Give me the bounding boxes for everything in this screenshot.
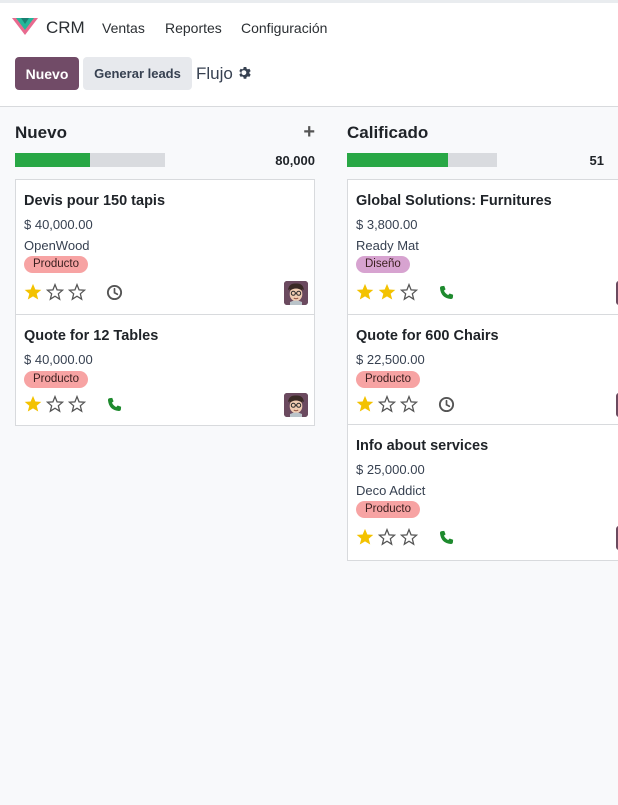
menu-ventas[interactable]: Ventas xyxy=(102,20,145,36)
app-name[interactable]: CRM xyxy=(46,18,85,38)
kanban-card[interactable]: Devis pour 150 tapis $ 40,000.00 OpenWoo… xyxy=(16,180,314,315)
kanban-card[interactable]: Info about services $ 25,000.00 Deco Add… xyxy=(348,425,618,560)
crm-app-icon[interactable] xyxy=(12,16,38,36)
quick-create-button[interactable]: + xyxy=(303,121,315,144)
star-filled-icon[interactable] xyxy=(24,395,42,413)
avatar[interactable] xyxy=(284,393,308,417)
star-empty-icon[interactable] xyxy=(378,395,396,413)
tag-producto: Producto xyxy=(356,501,421,518)
column-total: 51 xyxy=(589,153,604,168)
top-navbar: CRM Ventas Reportes Configuración xyxy=(0,0,618,52)
card-title: Global Solutions: Furnitures xyxy=(356,193,552,209)
card-title: Info about services xyxy=(356,438,489,454)
card-company: Ready Mat xyxy=(356,238,419,253)
kanban-card[interactable]: Quote for 12 Tables $ 40,000.00 Producto xyxy=(16,315,314,425)
card-footer xyxy=(24,281,308,305)
card-amount: $ 3,800.00 xyxy=(356,217,418,232)
column-total: 80,000 xyxy=(275,153,315,168)
card-footer xyxy=(356,393,618,417)
menu-configuracion[interactable]: Configuración xyxy=(241,20,327,36)
phone-icon[interactable] xyxy=(438,529,455,546)
gear-icon[interactable] xyxy=(238,66,252,80)
control-panel: Nuevo Generar leads Flujo xyxy=(0,52,618,107)
card-title: Quote for 600 Chairs xyxy=(356,328,499,344)
card-list: Global Solutions: Furnitures $ 3,800.00 … xyxy=(347,179,618,561)
menu-reportes[interactable]: Reportes xyxy=(165,20,222,36)
card-footer xyxy=(24,393,308,417)
card-amount: $ 22,500.00 xyxy=(356,352,425,367)
tag-producto: Producto xyxy=(24,256,89,273)
star-empty-icon[interactable] xyxy=(68,283,86,301)
star-empty-icon[interactable] xyxy=(46,283,64,301)
phone-icon[interactable] xyxy=(438,284,455,301)
phone-icon[interactable] xyxy=(106,396,123,413)
column-progress-bar[interactable] xyxy=(347,153,497,167)
kanban-card[interactable]: Quote for 600 Chairs $ 22,500.00 Product… xyxy=(348,315,618,425)
breadcrumb: Flujo xyxy=(196,64,233,83)
star-filled-icon[interactable] xyxy=(356,283,374,301)
star-empty-icon[interactable] xyxy=(378,528,396,546)
tag-producto: Producto xyxy=(24,371,89,388)
card-footer xyxy=(356,281,618,305)
progress-fill xyxy=(347,153,448,167)
kanban-column-calificado: Calificado 51 Global Solutions: Furnitur… xyxy=(347,107,618,577)
clock-icon[interactable] xyxy=(438,396,455,413)
star-filled-icon[interactable] xyxy=(24,283,42,301)
star-empty-icon[interactable] xyxy=(400,528,418,546)
card-amount: $ 25,000.00 xyxy=(356,462,425,477)
column-progress-bar[interactable] xyxy=(15,153,165,167)
star-filled-icon[interactable] xyxy=(356,528,374,546)
tag-diseno: Diseño xyxy=(356,256,410,273)
kanban-card[interactable]: Global Solutions: Furnitures $ 3,800.00 … xyxy=(348,180,618,315)
card-company: OpenWood xyxy=(24,238,90,253)
star-empty-icon[interactable] xyxy=(400,283,418,301)
star-empty-icon[interactable] xyxy=(400,395,418,413)
card-title: Devis pour 150 tapis xyxy=(24,193,166,209)
star-filled-icon[interactable] xyxy=(356,395,374,413)
generate-leads-button[interactable]: Generar leads xyxy=(83,57,192,90)
avatar[interactable] xyxy=(284,281,308,305)
card-title: Quote for 12 Tables xyxy=(24,328,159,344)
clock-icon[interactable] xyxy=(106,284,123,301)
column-title: Nuevo xyxy=(15,123,67,142)
card-footer xyxy=(356,526,618,550)
star-filled-icon[interactable] xyxy=(378,283,396,301)
new-button[interactable]: Nuevo xyxy=(15,57,79,90)
card-amount: $ 40,000.00 xyxy=(24,217,93,232)
column-title: Calificado xyxy=(347,123,429,142)
card-amount: $ 40,000.00 xyxy=(24,352,93,367)
tag-producto: Producto xyxy=(356,371,421,388)
card-company: Deco Addict xyxy=(356,483,426,498)
progress-fill xyxy=(15,153,90,167)
star-empty-icon[interactable] xyxy=(46,395,64,413)
card-list: Devis pour 150 tapis $ 40,000.00 OpenWoo… xyxy=(15,179,315,426)
star-empty-icon[interactable] xyxy=(68,395,86,413)
